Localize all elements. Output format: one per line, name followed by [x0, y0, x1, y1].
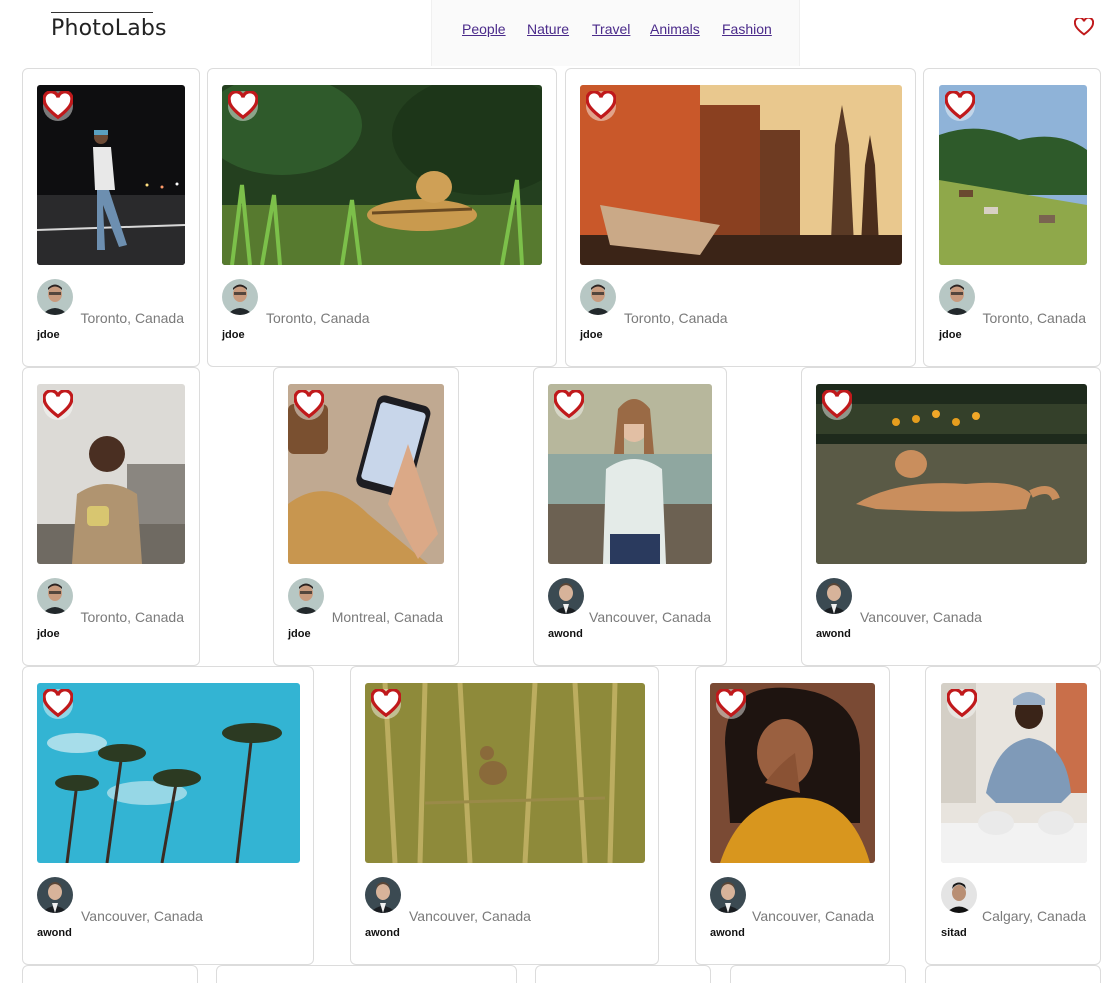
- avatar: [939, 279, 975, 315]
- photo-location: Vancouver, Canada: [589, 609, 711, 625]
- photo-card[interactable]: Vancouver, Canada awond: [695, 666, 890, 965]
- photo-image[interactable]: [941, 683, 1087, 863]
- favorite-heart-icon[interactable]: [554, 390, 584, 420]
- photo-location: Vancouver, Canada: [860, 609, 982, 625]
- photo-card[interactable]: [730, 965, 906, 983]
- photo-image[interactable]: [548, 384, 712, 564]
- photo-username: jdoe: [288, 628, 311, 640]
- photo-location: Toronto, Canada: [80, 310, 184, 326]
- photo-card[interactable]: Toronto, Canada jdoe: [923, 68, 1101, 367]
- photo-username: jdoe: [939, 329, 962, 341]
- photo-card[interactable]: Vancouver, Canada awond: [22, 666, 314, 965]
- avatar: [365, 877, 401, 913]
- avatar: [941, 877, 977, 913]
- photo-image[interactable]: [580, 85, 902, 265]
- photo-image[interactable]: [816, 384, 1087, 564]
- photo-location: Vancouver, Canada: [409, 908, 531, 924]
- photo-username: jdoe: [222, 329, 245, 341]
- photo-username: awond: [710, 927, 745, 939]
- photo-card[interactable]: Montreal, Canada jdoe: [273, 367, 459, 666]
- photo-username: sitad: [941, 927, 967, 939]
- photo-card[interactable]: [925, 965, 1101, 983]
- photo-username: awond: [37, 927, 72, 939]
- topic-list: People Nature Travel Animals Fashion: [431, 0, 800, 66]
- favorite-heart-icon[interactable]: [947, 689, 977, 719]
- photo-image[interactable]: [365, 683, 645, 863]
- favorite-heart-icon[interactable]: [43, 91, 73, 121]
- favorite-heart-icon[interactable]: [586, 91, 616, 121]
- favorite-heart-icon[interactable]: [716, 689, 746, 719]
- photo-card[interactable]: [535, 965, 711, 983]
- top-nav-bar: PhotoLabs People Nature Travel Animals F…: [20, 0, 1104, 66]
- photo-location: Montreal, Canada: [331, 609, 443, 625]
- favorite-heart-icon[interactable]: [228, 91, 258, 121]
- photo-card[interactable]: Toronto, Canada jdoe: [207, 68, 557, 367]
- favorite-heart-icon[interactable]: [43, 689, 73, 719]
- avatar: [710, 877, 746, 913]
- favorite-heart-icon[interactable]: [371, 689, 401, 719]
- photo-image[interactable]: [288, 384, 444, 564]
- app-logo[interactable]: PhotoLabs: [51, 16, 167, 41]
- photo-location: Toronto, Canada: [266, 310, 370, 326]
- photo-card[interactable]: Calgary, Canada sitad: [925, 666, 1101, 965]
- photo-location: Toronto, Canada: [624, 310, 728, 326]
- avatar: [580, 279, 616, 315]
- favorite-heart-icon[interactable]: [294, 390, 324, 420]
- photo-username: awond: [816, 628, 851, 640]
- photo-image[interactable]: [939, 85, 1087, 265]
- photo-image[interactable]: [37, 384, 185, 564]
- photo-image[interactable]: [37, 683, 300, 863]
- topic-link-fashion[interactable]: Fashion: [722, 21, 772, 37]
- avatar: [37, 877, 73, 913]
- photo-image[interactable]: [710, 683, 875, 863]
- avatar: [288, 578, 324, 614]
- photo-location: Vancouver, Canada: [81, 908, 203, 924]
- avatar: [816, 578, 852, 614]
- photo-username: jdoe: [37, 329, 60, 341]
- photo-username: awond: [548, 628, 583, 640]
- topic-link-people[interactable]: People: [462, 21, 506, 37]
- photo-location: Toronto, Canada: [982, 310, 1086, 326]
- photo-image[interactable]: [37, 85, 185, 265]
- photo-username: jdoe: [580, 329, 603, 341]
- photo-card[interactable]: Vancouver, Canada awond: [533, 367, 727, 666]
- photo-card[interactable]: [22, 965, 198, 983]
- photo-location: Vancouver, Canada: [752, 908, 874, 924]
- fav-badge-heart-icon[interactable]: [1073, 16, 1095, 36]
- photo-username: jdoe: [37, 628, 60, 640]
- favorite-heart-icon[interactable]: [945, 91, 975, 121]
- topic-link-travel[interactable]: Travel: [592, 21, 630, 37]
- photo-card[interactable]: Toronto, Canada jdoe: [22, 367, 200, 666]
- photo-location: Calgary, Canada: [981, 908, 1086, 924]
- avatar: [37, 279, 73, 315]
- topic-link-animals[interactable]: Animals: [650, 21, 700, 37]
- topic-link-nature[interactable]: Nature: [527, 21, 569, 37]
- avatar: [222, 279, 258, 315]
- favorite-heart-icon[interactable]: [822, 390, 852, 420]
- photo-image[interactable]: [222, 85, 542, 265]
- photo-location: Toronto, Canada: [80, 609, 184, 625]
- photo-card[interactable]: Toronto, Canada jdoe: [22, 68, 200, 367]
- favorite-heart-icon[interactable]: [43, 390, 73, 420]
- photo-card[interactable]: Vancouver, Canada awond: [350, 666, 659, 965]
- avatar: [37, 578, 73, 614]
- photo-card[interactable]: Toronto, Canada jdoe: [565, 68, 916, 367]
- avatar: [548, 578, 584, 614]
- photo-card[interactable]: Vancouver, Canada awond: [801, 367, 1101, 666]
- photo-username: awond: [365, 927, 400, 939]
- logo-underline: [51, 12, 153, 13]
- photo-card[interactable]: [216, 965, 517, 983]
